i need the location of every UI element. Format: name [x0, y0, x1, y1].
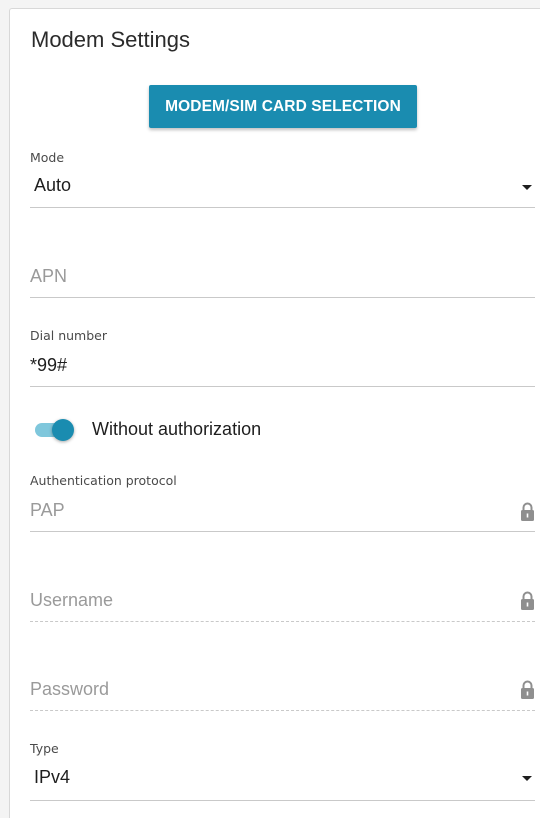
mode-value: Auto: [34, 175, 72, 195]
password-input: Password: [30, 674, 535, 714]
apn-placeholder: APN: [30, 266, 68, 286]
auth-protocol-select: Authentication protocol PAP: [30, 471, 535, 533]
lock-icon: [521, 591, 534, 610]
without-authorization-toggle[interactable]: [35, 419, 74, 441]
auth-protocol-label: Authentication protocol: [30, 473, 177, 488]
auth-protocol-value: PAP: [30, 500, 65, 520]
without-authorization-label: Without authorization: [92, 419, 262, 439]
username-input: Username: [30, 585, 535, 625]
dial-number-label: Dial number: [30, 328, 107, 343]
type-label: Type: [30, 741, 59, 756]
page-title: Modem Settings: [31, 27, 190, 52]
mode-select[interactable]: Mode Auto: [30, 147, 535, 209]
mode-label: Mode: [30, 150, 65, 165]
toggle-knob: [52, 419, 74, 441]
apn-underline: [30, 297, 535, 298]
auth-protocol-underline: [30, 531, 535, 532]
type-select[interactable]: Type IPv4: [30, 739, 535, 803]
lock-icon: [521, 680, 534, 699]
username-placeholder: Username: [30, 590, 114, 610]
mode-underline: [30, 207, 535, 208]
type-underline: [30, 800, 535, 801]
username-underline: [30, 621, 535, 622]
caret-down-icon: [522, 776, 532, 781]
apn-input[interactable]: APN: [30, 259, 535, 299]
type-value: IPv4: [34, 767, 71, 787]
password-underline: [30, 710, 535, 711]
caret-down-icon: [522, 185, 532, 190]
dial-number-value: *99#: [30, 355, 68, 375]
lock-icon: [521, 502, 534, 521]
modem-sim-selection-button[interactable]: MODEM/SIM CARD SELECTION: [149, 85, 417, 128]
dial-number-input[interactable]: Dial number *99#: [30, 325, 535, 387]
password-placeholder: Password: [30, 679, 110, 699]
dial-number-underline: [30, 386, 535, 387]
modem-settings-card: Modem Settings MODEM/SIM CARD SELECTION …: [9, 8, 540, 818]
